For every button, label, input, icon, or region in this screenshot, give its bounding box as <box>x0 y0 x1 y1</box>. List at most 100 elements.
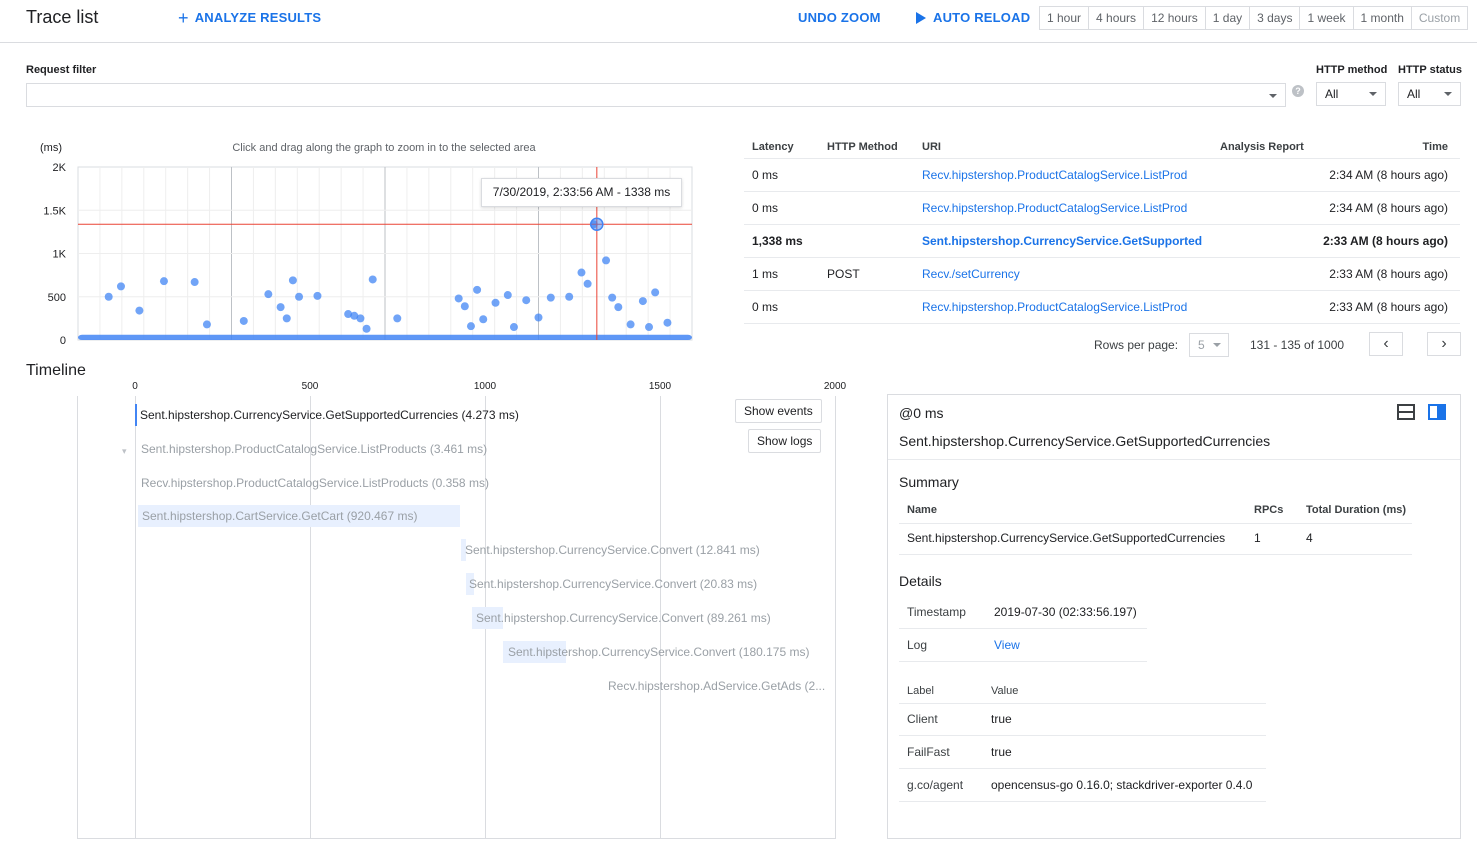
divider <box>899 801 1266 802</box>
row-time: 2:33 AM (8 hours ago) <box>1329 300 1448 314</box>
range-12-hours-button[interactable]: 12 hours <box>1144 7 1206 29</box>
collapse-arrow-icon[interactable]: ▾ <box>122 446 127 457</box>
summary-header-rpcs: RPCs <box>1254 504 1284 516</box>
span-label[interactable]: Sent.hipstershop.CurrencyService.GetSupp… <box>140 408 519 422</box>
chevron-down-icon <box>1444 92 1452 96</box>
summary-total: 4 <box>1306 531 1313 545</box>
row-uri-link[interactable]: Recv./setCurrency <box>922 258 1020 291</box>
chart-point <box>651 288 660 297</box>
chart-y-tick-label: 0 <box>60 335 66 347</box>
help-icon[interactable]: ? <box>1292 85 1304 97</box>
next-page-button[interactable]: › <box>1427 332 1461 356</box>
summary-header-name: Name <box>907 504 937 516</box>
table-row-selected[interactable]: 1,338 ms Sent.hipstershop.CurrencyServic… <box>744 225 1460 258</box>
header-http-method[interactable]: HTTP Method <box>827 135 898 159</box>
http-status-select[interactable]: All <box>1398 82 1461 106</box>
row-latency: 0 ms <box>752 168 779 182</box>
chart-y-tick-label: 1.5K <box>43 205 66 217</box>
row-time: 2:33 AM (8 hours ago) <box>1323 234 1448 248</box>
http-method-select[interactable]: All <box>1316 82 1386 106</box>
chart-y-tick-label: 1K <box>53 249 67 261</box>
page-title: Trace list <box>26 7 99 27</box>
http-method-value: All <box>1325 87 1339 101</box>
range-1-month-button[interactable]: 1 month <box>1353 7 1412 29</box>
range-1-week-button[interactable]: 1 week <box>1300 7 1354 29</box>
chevron-down-icon <box>1213 343 1221 347</box>
timeline-tick: 1000 <box>473 381 497 392</box>
rows-per-page-label: Rows per page: <box>1094 338 1179 352</box>
table-row[interactable]: 0 ms Recv.hipstershop.ProductCatalogServ… <box>744 192 1460 225</box>
span-label[interactable]: Sent.hipstershop.ProductCatalogService.L… <box>141 442 487 456</box>
range-1-day-button[interactable]: 1 day <box>1205 7 1251 29</box>
analyze-results-label: ANALYZE RESULTS <box>194 10 322 25</box>
chart-tooltip: 7/30/2019, 2:33:56 AM - 1338 ms <box>481 178 682 207</box>
chart-y-tick-label: 2K <box>53 162 67 174</box>
row-uri-link[interactable]: Recv.hipstershop.ProductCatalogService.L… <box>922 159 1187 192</box>
chart-point <box>276 303 285 312</box>
chart-point <box>356 314 365 323</box>
split-horizontal-icon[interactable] <box>1397 404 1415 420</box>
show-events-button[interactable]: Show events <box>735 399 822 423</box>
span-label[interactable]: Sent.hipstershop.CurrencyService.Convert… <box>469 577 757 591</box>
chevron-down-icon <box>1369 92 1377 96</box>
header-time[interactable]: Time <box>1423 135 1448 159</box>
chart-point <box>602 256 611 265</box>
prev-page-button[interactable]: ‹ <box>1369 332 1403 356</box>
span-label[interactable]: Recv.hipstershop.ProductCatalogService.L… <box>141 476 489 490</box>
table-row[interactable]: 0 ms Recv.hipstershop.ProductCatalogServ… <box>744 159 1460 192</box>
divider <box>899 703 1266 704</box>
table-row[interactable]: 1 ms POST Recv./setCurrency 2:33 AM (8 h… <box>744 258 1460 291</box>
plus-icon: + <box>178 7 189 28</box>
row-method: POST <box>827 267 860 281</box>
header-uri[interactable]: URI <box>922 135 941 159</box>
chart-point <box>239 316 248 325</box>
span-bar[interactable] <box>135 404 137 426</box>
chart-point <box>295 292 304 301</box>
chart-point <box>663 318 672 327</box>
log-view-link[interactable]: View <box>994 638 1020 652</box>
chevron-down-icon <box>1269 94 1277 98</box>
latency-scatter-chart[interactable]: (ms) Click and drag along the graph to z… <box>26 135 706 350</box>
range-custom-button[interactable]: Custom <box>1411 7 1469 29</box>
header-analysis-report[interactable]: Analysis Report <box>1220 135 1304 159</box>
row-latency: 1,338 ms <box>752 234 803 248</box>
trace-table: Latency HTTP Method URI Analysis Report … <box>744 135 1460 324</box>
label-header: Label <box>907 685 934 697</box>
row-uri-link[interactable]: Recv.hipstershop.ProductCatalogService.L… <box>922 291 1187 324</box>
undo-zoom-button[interactable]: UNDO ZOOM <box>798 10 881 25</box>
show-logs-button[interactable]: Show logs <box>748 429 822 453</box>
header-latency[interactable]: Latency <box>752 135 794 159</box>
range-3-days-button[interactable]: 3 days <box>1250 7 1301 29</box>
chart-point <box>393 314 402 323</box>
row-latency: 0 ms <box>752 201 779 215</box>
table-row[interactable]: 0 ms Recv.hipstershop.ProductCatalogServ… <box>744 291 1460 324</box>
span-label[interactable]: Sent.hipstershop.CurrencyService.Convert… <box>476 611 771 625</box>
rows-per-page-select[interactable]: 5 <box>1189 333 1229 357</box>
analyze-results-button[interactable]: + ANALYZE RESULTS <box>178 7 322 28</box>
span-label[interactable]: Sent.hipstershop.CurrencyService.Convert… <box>465 543 760 557</box>
row-uri-link[interactable]: Recv.hipstershop.ProductCatalogService.L… <box>922 192 1187 225</box>
row-time: 2:34 AM (8 hours ago) <box>1329 201 1448 215</box>
chart-point <box>638 297 647 306</box>
chart-point <box>503 291 512 300</box>
timeline-tick: 1500 <box>648 381 672 392</box>
chart-selected-point <box>590 217 604 232</box>
row-time: 2:34 AM (8 hours ago) <box>1329 168 1448 182</box>
range-1-hour-button[interactable]: 1 hour <box>1040 7 1090 29</box>
range-4-hours-button[interactable]: 4 hours <box>1089 7 1145 29</box>
table-header-row: Latency HTTP Method URI Analysis Report … <box>744 135 1460 159</box>
summary-name: Sent.hipstershop.CurrencyService.GetSupp… <box>907 531 1226 545</box>
label-key: Client <box>907 712 938 726</box>
row-uri-link[interactable]: Sent.hipstershop.CurrencyService.GetSupp… <box>922 225 1202 258</box>
log-label: Log <box>907 638 928 652</box>
request-filter-label: Request filter <box>26 64 97 76</box>
chart-point <box>159 277 168 286</box>
chart-instruction: Click and drag along the graph to zoom i… <box>232 142 536 154</box>
chart-points-baseline-band <box>78 334 692 340</box>
span-label[interactable]: Sent.hipstershop.CurrencyService.Convert… <box>508 645 809 659</box>
auto-reload-button[interactable]: AUTO RELOAD <box>915 10 1030 25</box>
request-filter-input[interactable] <box>26 83 1286 107</box>
span-label[interactable]: Recv.hipstershop.AdService.GetAds (2... <box>608 679 825 693</box>
span-label[interactable]: Sent.hipstershop.CartService.GetCart (92… <box>142 509 417 523</box>
split-vertical-icon[interactable] <box>1428 404 1446 420</box>
